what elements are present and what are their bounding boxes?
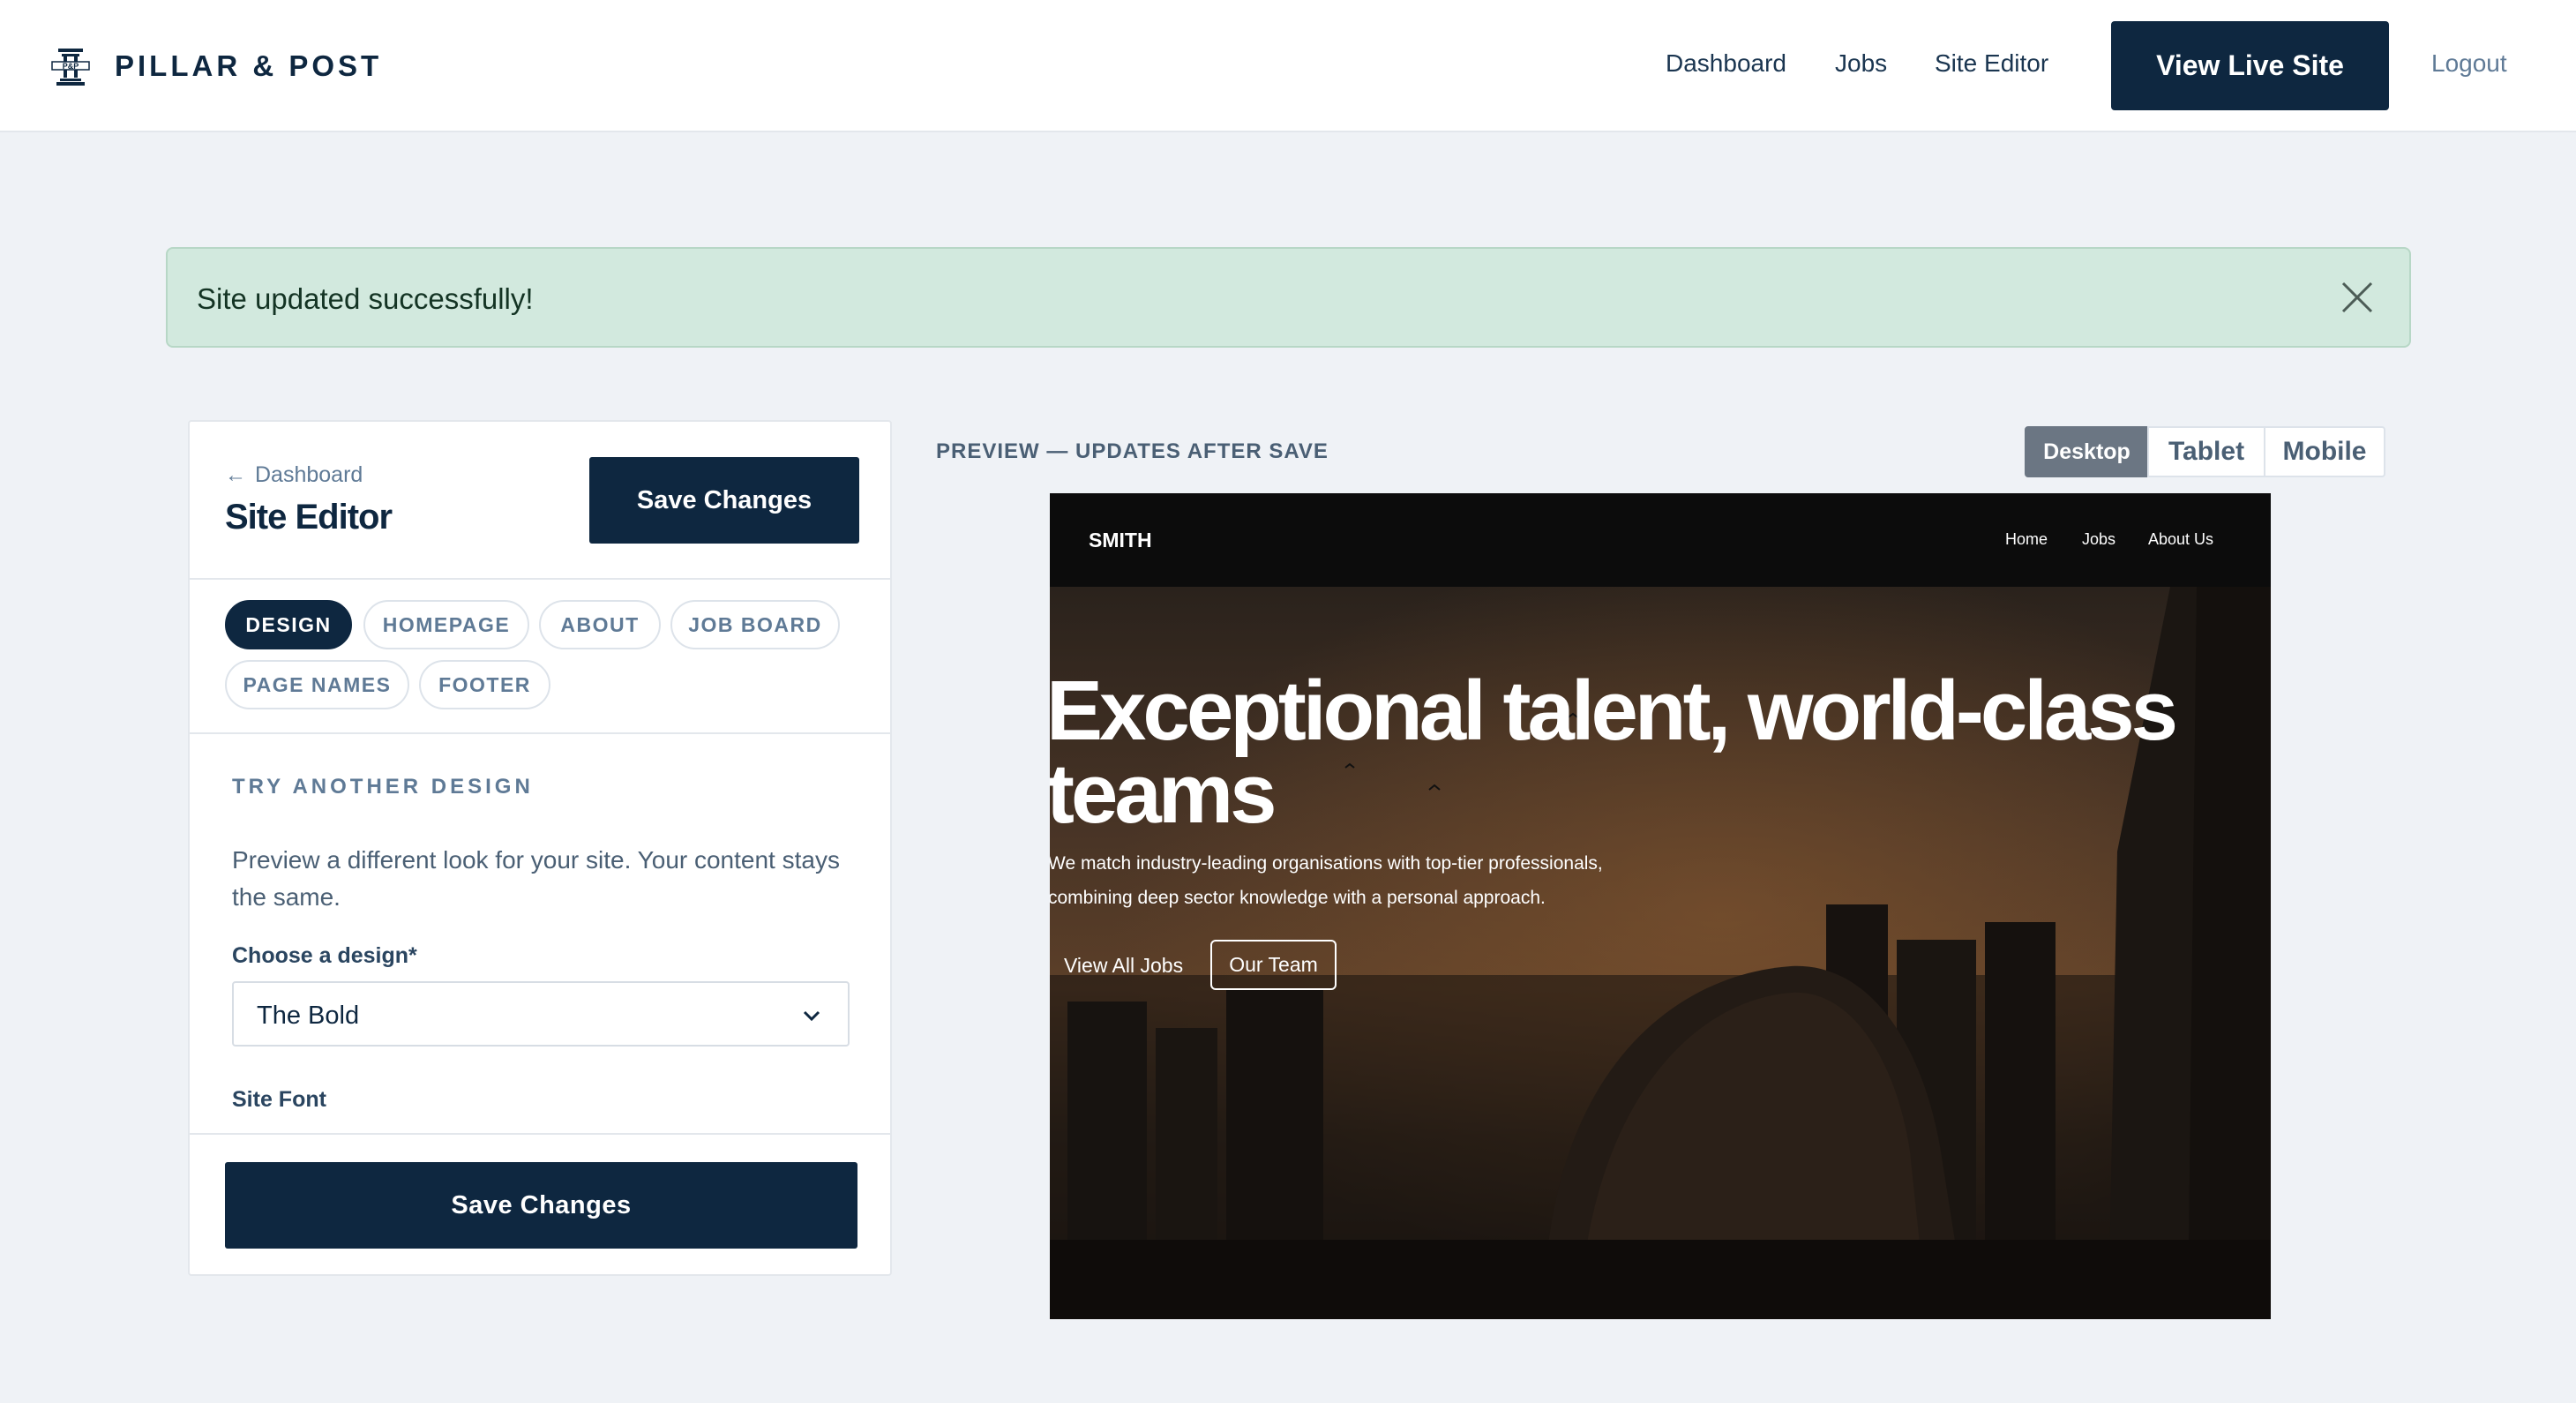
- tab-page-names[interactable]: PAGE NAMES: [225, 660, 409, 709]
- preview-hero-subtitle: We match industry-leading organisations …: [1050, 853, 1603, 908]
- chevron-down-icon: [800, 1004, 823, 1027]
- alert-message: Site updated successfully!: [197, 282, 534, 315]
- tab-design[interactable]: DESIGN: [225, 600, 352, 649]
- nav-link-dashboard[interactable]: Dashboard: [1666, 49, 1786, 78]
- preview-nav-about[interactable]: About Us: [2148, 530, 2213, 549]
- device-mobile-button[interactable]: Mobile: [2264, 426, 2385, 477]
- tab-about[interactable]: ABOUT: [539, 600, 661, 649]
- pillar-post-monogram-icon: P&P: [51, 47, 90, 86]
- back-to-dashboard-link[interactable]: ← Dashboard: [225, 462, 363, 488]
- preview-our-team-button[interactable]: Our Team: [1210, 940, 1337, 990]
- svg-text:P&P: P&P: [63, 62, 79, 71]
- success-alert: Site updated successfully!: [166, 247, 2411, 348]
- brand[interactable]: P&P PILLAR & POST: [51, 44, 382, 88]
- design-select[interactable]: The Bold: [232, 981, 850, 1047]
- preview-nav-jobs[interactable]: Jobs: [2082, 530, 2115, 549]
- view-live-site-button[interactable]: View Live Site: [2111, 21, 2389, 110]
- site-font-label: Site Font: [232, 1087, 326, 1112]
- logout-link[interactable]: Logout: [2431, 49, 2507, 78]
- design-select-value: The Bold: [257, 1002, 360, 1030]
- save-changes-button-top[interactable]: Save Changes: [589, 457, 859, 544]
- section-description: Preview a different look for your site. …: [232, 846, 840, 911]
- preview-hero-title: Exceptional talent, world-class teams: [1050, 664, 2178, 841]
- tab-job-board[interactable]: JOB BOARD: [670, 600, 840, 649]
- device-desktop-button[interactable]: Desktop: [2025, 426, 2149, 477]
- nav-link-jobs[interactable]: Jobs: [1835, 49, 1887, 78]
- device-tablet-button[interactable]: Tablet: [2147, 426, 2265, 477]
- page-title: Site Editor: [225, 498, 393, 536]
- arrow-left-icon: ←: [225, 462, 246, 487]
- site-editor-panel: ← Dashboard Site Editor Save Changes DES…: [188, 420, 892, 1276]
- divider: [190, 732, 890, 734]
- top-navigation: P&P PILLAR & POST Dashboard Jobs Site Ed…: [0, 0, 2576, 132]
- divider: [190, 578, 890, 580]
- divider: [190, 1133, 890, 1135]
- tab-footer[interactable]: FOOTER: [419, 660, 550, 709]
- preview-label: PREVIEW — UPDATES AFTER SAVE: [936, 439, 1329, 463]
- section-heading: TRY ANOTHER DESIGN: [232, 775, 534, 799]
- back-link-label: Dashboard: [255, 462, 363, 487]
- site-preview-frame: SMITH Home Jobs About Us Exceptional tal…: [1050, 493, 2271, 1319]
- preview-view-all-jobs-button[interactable]: View All Jobs: [1064, 954, 1183, 978]
- design-select-label: Choose a design*: [232, 943, 417, 968]
- save-changes-button-bottom[interactable]: Save Changes: [225, 1162, 857, 1249]
- preview-nav-home[interactable]: Home: [2005, 530, 2048, 549]
- preview-site-logo: SMITH: [1089, 529, 1152, 551]
- brand-name: PILLAR & POST: [115, 49, 383, 82]
- close-icon[interactable]: [2334, 274, 2380, 320]
- tab-homepage[interactable]: HOMEPAGE: [363, 600, 529, 649]
- preview-site-nav: SMITH Home Jobs About Us: [1050, 493, 2271, 587]
- nav-link-site-editor[interactable]: Site Editor: [1935, 49, 2048, 78]
- device-toggle: Desktop Tablet Mobile: [2025, 426, 2385, 477]
